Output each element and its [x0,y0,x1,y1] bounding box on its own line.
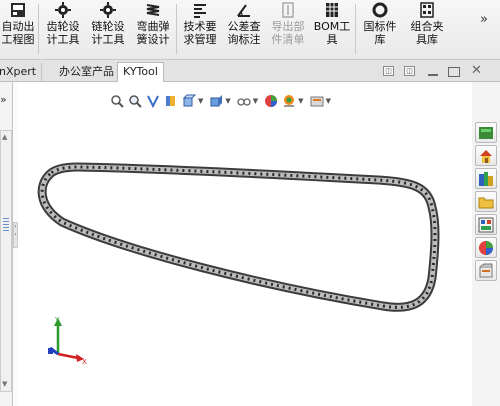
close-icon[interactable]: ✕ [471,63,482,78]
triad-y-label: Y [54,316,60,324]
appearances-tab[interactable] [475,237,497,258]
tab-office-products[interactable]: 办公室产品 [54,63,120,82]
file-explorer-tab[interactable] [475,191,497,212]
tab-kytool[interactable]: KYTool [117,62,164,82]
command-manager-ribbon: 自动出 工程图 齿轮设 计工具 链轮设 计工具 弯曲弹 簧设计 技术要 求管理 [0,0,500,60]
gear-design-icon [55,2,71,18]
standard-parts-button[interactable]: 国标件 库 [360,2,400,56]
resources-tab[interactable] [475,122,497,143]
tolerance-label: 公差查 询标注 [227,20,261,46]
tab-nxpert[interactable]: nXpert [0,63,43,82]
view-palette-tab[interactable] [475,214,497,235]
standard-parts-label: 国标件 库 [363,20,397,46]
bom-tool-button[interactable]: BOM工 具 [312,2,352,56]
panel-scrollbar[interactable] [0,130,12,392]
maximize-icon[interactable] [448,67,460,77]
home-tab[interactable] [475,145,497,166]
design-library-icon [479,172,493,186]
file-explorer-icon [478,197,494,209]
tech-requirements-label: 技术要 求管理 [183,20,217,46]
bom-tool-icon [326,3,338,17]
expand-panel-button[interactable]: » [0,93,7,106]
view-palette-icon [478,217,494,233]
bom-tool-label: BOM工 具 [313,20,351,46]
gear-design-button[interactable]: 齿轮设 计工具 [43,2,83,56]
sprocket-design-button[interactable]: 链轮设 计工具 [88,2,128,56]
minimize-icon[interactable] [428,74,438,76]
split-viewport-icon[interactable]: ◫ [404,66,415,76]
tech-requirements-icon [194,4,206,18]
coordinate-triad: Y X [48,316,87,366]
sprocket-design-label: 链轮设 计工具 [91,20,125,46]
home-icon [480,150,492,163]
standard-parts-icon [372,2,388,18]
scroll-up-icon[interactable]: ▲ [2,133,7,141]
ribbon-separator [355,4,356,54]
command-tabs: nXpert 办公室产品 KYTool [0,60,500,82]
spring-design-icon [146,4,160,16]
custom-properties-icon [479,263,493,278]
resources-icon [479,127,493,139]
custom-properties-tab[interactable] [475,260,497,281]
auto-drawing-label: 自动出 工程图 [1,20,35,46]
spring-design-label: 弯曲弹 簧设计 [136,20,170,46]
ribbon-separator [38,4,39,54]
tolerance-icon [237,4,250,17]
scroll-grip-icon[interactable] [3,218,9,232]
triad-x-label: X [82,358,87,366]
fixture-library-button[interactable]: 组合夹 具库 [407,2,447,56]
fixture-library-label: 组合夹 具库 [410,20,444,46]
fixture-library-icon [420,2,434,18]
gear-design-label: 齿轮设 计工具 [46,20,80,46]
tolerance-button[interactable]: 公差查 询标注 [224,2,264,56]
export-bom-label: 导出部 件清单 [271,20,305,46]
auto-drawing-icon [11,3,25,17]
tech-requirements-button[interactable]: 技术要 求管理 [180,2,220,56]
ribbon-separator [176,4,177,54]
auto-drawing-button[interactable]: 自动出 工程图 [0,2,36,56]
restore-viewport-icon[interactable]: ◫ [383,66,394,76]
spring-design-button[interactable]: 弯曲弹 簧设计 [133,2,173,56]
export-bom-icon [282,2,294,18]
sprocket-design-icon [100,2,116,18]
appearances-icon [479,241,493,255]
ribbon-overflow-button[interactable]: » [480,12,488,27]
export-bom-button[interactable]: 导出部 件清单 [268,2,308,56]
scroll-down-icon[interactable]: ▼ [2,380,7,388]
design-library-tab[interactable] [475,168,497,189]
